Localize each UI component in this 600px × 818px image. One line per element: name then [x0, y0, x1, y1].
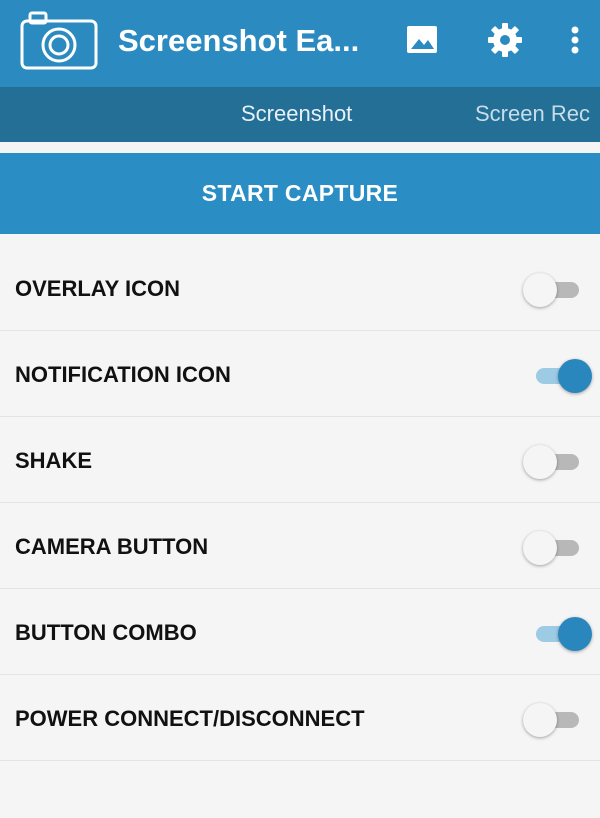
- button-combo-toggle[interactable]: [536, 617, 592, 651]
- overlay-icon-toggle[interactable]: [523, 273, 579, 307]
- settings-list: OVERLAY ICON NOTIFICATION ICON SHAKE CAM…: [0, 245, 600, 761]
- setting-label: CAMERA BUTTON: [15, 534, 209, 559]
- power-connect-disconnect-toggle[interactable]: [523, 703, 579, 737]
- toggle-thumb: [523, 445, 557, 479]
- setting-label: BUTTON COMBO: [15, 620, 197, 645]
- setting-overlay-icon[interactable]: OVERLAY ICON: [0, 245, 600, 331]
- app-title: Screenshot Ea...: [118, 23, 360, 58]
- app-bar: Screenshot Ea...: [0, 0, 600, 87]
- toggle-thumb: [558, 359, 592, 393]
- toggle-thumb: [523, 531, 557, 565]
- more-options-icon[interactable]: [560, 20, 590, 60]
- setting-label: SHAKE: [15, 448, 93, 473]
- setting-shake[interactable]: SHAKE: [0, 417, 600, 503]
- notification-icon-toggle[interactable]: [536, 359, 592, 393]
- tab-screen-record[interactable]: Screen Rec: [475, 101, 590, 127]
- setting-label: POWER CONNECT/DISCONNECT: [15, 706, 365, 731]
- setting-camera-button[interactable]: CAMERA BUTTON: [0, 503, 600, 589]
- start-capture-button[interactable]: START CAPTURE: [0, 153, 600, 234]
- setting-label: OVERLAY ICON: [15, 276, 181, 301]
- tab-screenshot[interactable]: Screenshot: [241, 101, 352, 127]
- setting-notification-icon[interactable]: NOTIFICATION ICON: [0, 331, 600, 417]
- camera-button-toggle[interactable]: [523, 531, 579, 565]
- toggle-thumb: [523, 273, 557, 307]
- toggle-thumb: [523, 703, 557, 737]
- camera-icon: [19, 9, 99, 71]
- setting-power-connect-disconnect[interactable]: POWER CONNECT/DISCONNECT: [0, 675, 600, 761]
- settings-icon[interactable]: [485, 20, 525, 60]
- toggle-thumb: [558, 617, 592, 651]
- gallery-icon[interactable]: [402, 20, 442, 60]
- shake-toggle[interactable]: [523, 445, 579, 479]
- tab-bar: Screenshot Screen Rec: [0, 87, 600, 142]
- setting-label: NOTIFICATION ICON: [15, 362, 231, 387]
- setting-button-combo[interactable]: BUTTON COMBO: [0, 589, 600, 675]
